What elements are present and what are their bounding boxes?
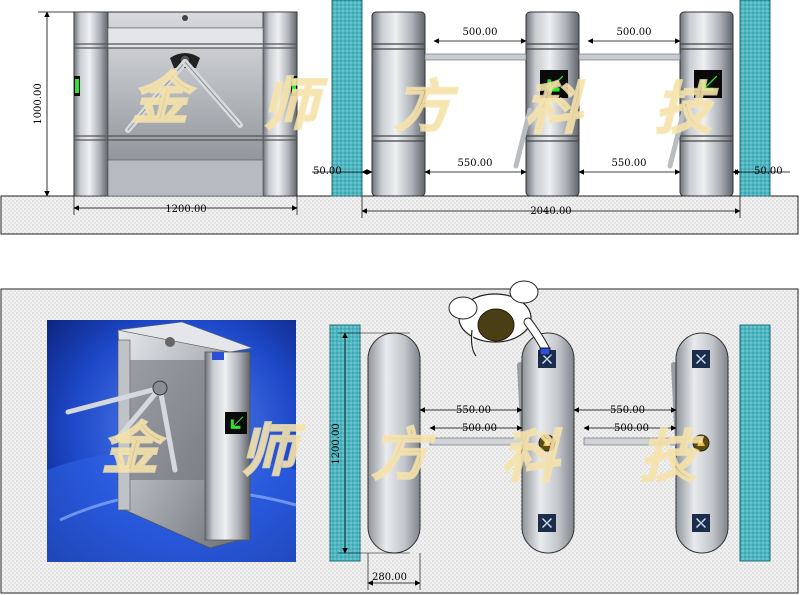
plan-body-width-label: 280.00 <box>372 572 407 583</box>
plan-lane-left-label: 550.00 <box>456 405 491 416</box>
plan-arm-gap-left-label: 500.00 <box>462 423 497 434</box>
green-arrow-indicator-icon <box>75 79 79 93</box>
plan-body-length-label: 1200.00 <box>331 423 342 464</box>
plan-right-wall <box>739 324 771 562</box>
watermark-char: 科 <box>502 425 562 490</box>
ground-strip <box>0 195 799 235</box>
turnstile-arm-left <box>424 53 527 61</box>
arm-gap-right-label: 500.00 <box>617 27 652 38</box>
lane-width-right-label: 550.00 <box>612 158 647 169</box>
total-width-label: 2040.00 <box>530 206 571 217</box>
watermark-char: 方 <box>372 423 435 488</box>
watermark-char: 技 <box>655 77 718 142</box>
card-reader-icon <box>692 350 710 368</box>
watermark-char: 方 <box>395 75 458 140</box>
front-height-label: 1000.00 <box>33 83 44 124</box>
watermark-char: 科 <box>525 77 585 142</box>
card-reader-icon <box>538 514 556 532</box>
plan-lane-right-label: 550.00 <box>610 405 645 416</box>
arm-gap-left-label: 500.00 <box>463 27 498 38</box>
watermark-char: 金 <box>132 67 196 132</box>
watermark-char: 金 <box>102 417 166 482</box>
lane-width-left-label: 550.00 <box>458 158 493 169</box>
turnstile-technical-drawing: 1000.00 1200.00 500.00 500.00 550.00 550… <box>0 0 799 594</box>
right-wall-gap-label: 50.00 <box>754 166 783 177</box>
left-wall-gap-label: 50.00 <box>313 166 342 177</box>
watermark-char: 师 <box>262 73 328 138</box>
turnstile-arm-right <box>578 53 681 61</box>
watermark-char: 技 <box>640 425 703 490</box>
front-width-label: 1200.00 <box>165 204 206 215</box>
card-reader-icon <box>692 514 710 532</box>
